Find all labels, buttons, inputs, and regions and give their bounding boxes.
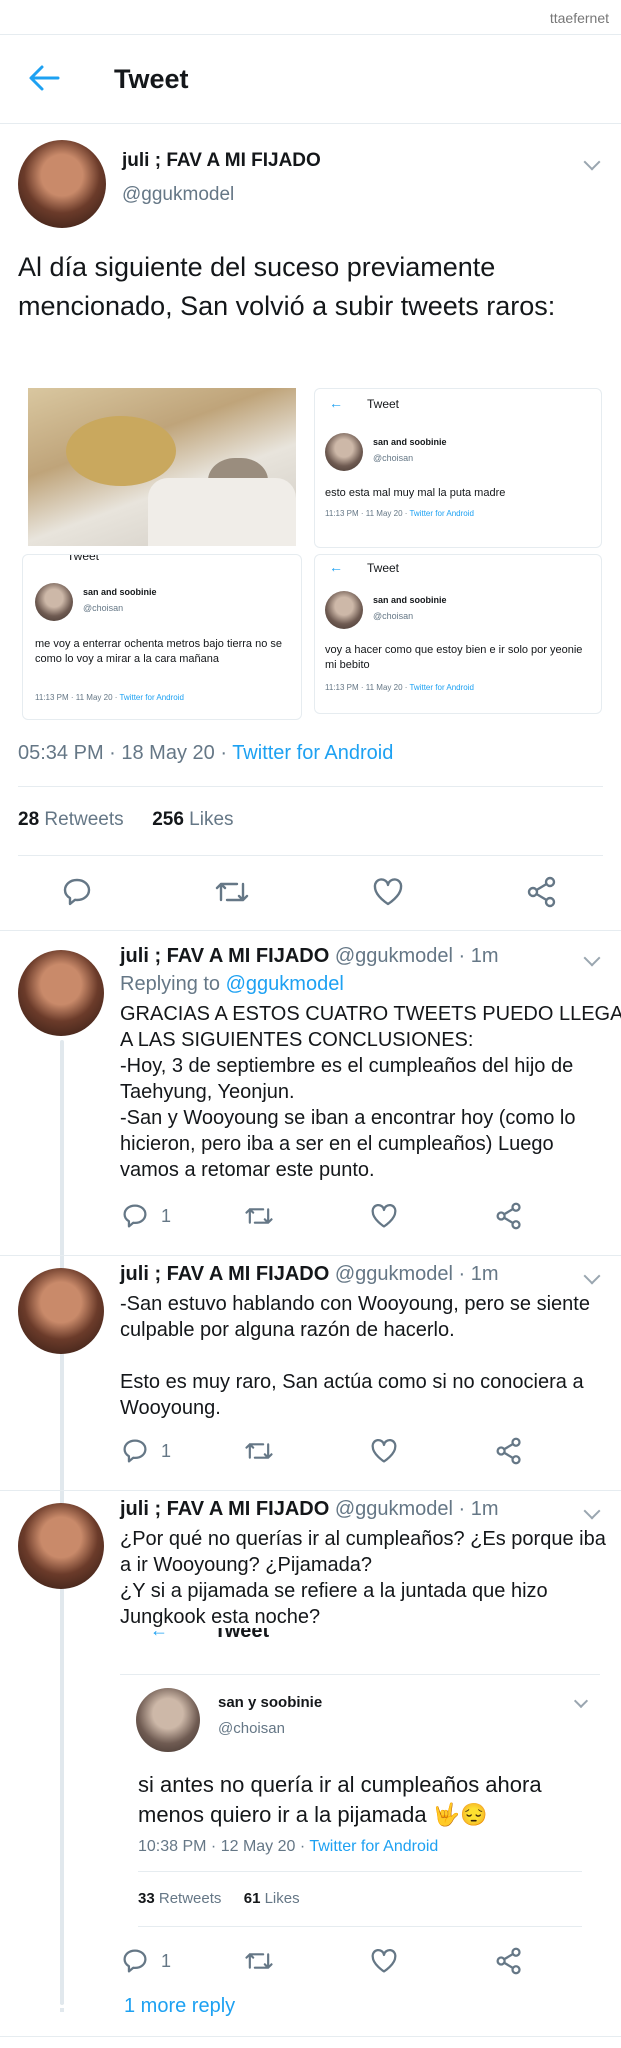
tweet-text: Al día siguiente del suceso previamente … [18, 252, 556, 321]
tweet-timestamp: 05:34 PM · 18 May 20 · Twitter for Andro… [18, 742, 394, 764]
watermark: ttaefernet [549, 10, 609, 26]
retweet-icon[interactable] [244, 1439, 274, 1463]
avatar[interactable] [18, 1503, 104, 1589]
author-handle[interactable]: @ggukmodel [122, 184, 234, 206]
divider [0, 930, 621, 931]
chevron-down-icon[interactable] [583, 949, 601, 967]
reply-header: juli ; FAV A MI FIJADO @ggukmodel · 1m [120, 1263, 499, 1285]
divider [0, 1255, 621, 1256]
retweet-icon[interactable] [244, 1204, 274, 1228]
reply-count: 1 [161, 1951, 172, 1971]
reply-icon[interactable] [62, 877, 92, 907]
reply-header: juli ; FAV A MI FIJADO @ggukmodel · 1m [120, 945, 499, 967]
reply-icon[interactable] [122, 1948, 148, 1974]
divider [18, 786, 603, 787]
retweet-icon[interactable] [244, 1949, 274, 1973]
embedded-tweet-screenshot[interactable]: ← Tweet san y soobinie @choisan si antes… [120, 1628, 600, 1930]
avatar[interactable] [18, 950, 104, 1036]
media-grid[interactable]: ← Tweet san and soobinie @choisan esto e… [22, 388, 602, 720]
reply-icon[interactable] [122, 1438, 148, 1464]
reply-count: 1 [161, 1441, 172, 1461]
media-tweet-screenshot[interactable]: ← Tweet san and soobinie @choisan esto e… [314, 388, 602, 548]
avatar[interactable] [18, 1268, 104, 1354]
chevron-down-icon[interactable] [583, 1502, 601, 1520]
source-link[interactable]: Twitter for Android [232, 742, 393, 764]
replying-to: Replying to @ggukmodel [120, 973, 344, 995]
divider [0, 1490, 621, 1491]
avatar [325, 433, 363, 471]
back-arrow-icon: ← [150, 1628, 168, 1640]
more-replies-link[interactable]: 1 more reply [124, 1995, 235, 2018]
reply-header: juli ; FAV A MI FIJADO @ggukmodel · 1m [120, 1498, 499, 1520]
avatar [136, 1688, 200, 1752]
reply-count: 1 [161, 1206, 172, 1226]
avatar [35, 583, 73, 621]
chevron-down-icon[interactable] [583, 1267, 601, 1285]
share-icon[interactable] [526, 876, 558, 908]
author-name[interactable]: juli ; FAV A MI FIJADO [122, 150, 321, 172]
reply-text: ¿Por qué no querías ir al cumpleaños? ¿E… [120, 1528, 606, 1628]
reply-icon[interactable] [122, 1203, 148, 1229]
avatar[interactable] [18, 140, 106, 228]
page-title: Tweet [114, 64, 189, 94]
retweet-icon[interactable] [214, 878, 250, 906]
thread-dots [60, 1992, 64, 2016]
reply-text: -San estuvo hablando con Wooyoung, pero … [120, 1293, 590, 1419]
reply-text: GRACIAS A ESTOS CUATRO TWEETS PUEDO LLEG… [120, 1003, 621, 1181]
media-tweet-screenshot[interactable]: ← Tweet san and soobinie @choisan voy a … [314, 554, 602, 714]
share-icon[interactable] [495, 1947, 523, 1975]
header-divider [0, 123, 621, 124]
divider [0, 2036, 621, 2037]
top-divider [0, 34, 621, 35]
like-icon[interactable] [370, 1438, 398, 1464]
back-arrow-icon[interactable] [28, 64, 60, 92]
like-icon[interactable] [372, 877, 404, 907]
share-icon[interactable] [495, 1437, 523, 1465]
media-image-cat[interactable] [28, 388, 296, 546]
like-icon[interactable] [370, 1948, 398, 1974]
media-tweet-screenshot[interactable]: Tweet san and soobinie @choisan me voy a… [22, 554, 302, 720]
avatar [325, 591, 363, 629]
like-icon[interactable] [370, 1203, 398, 1229]
chevron-down-icon [573, 1693, 589, 1709]
chevron-down-icon[interactable] [583, 153, 601, 171]
engagement-stats[interactable]: 28 Retweets 256 Likes [18, 809, 234, 831]
share-icon[interactable] [495, 1202, 523, 1230]
divider [18, 855, 603, 856]
